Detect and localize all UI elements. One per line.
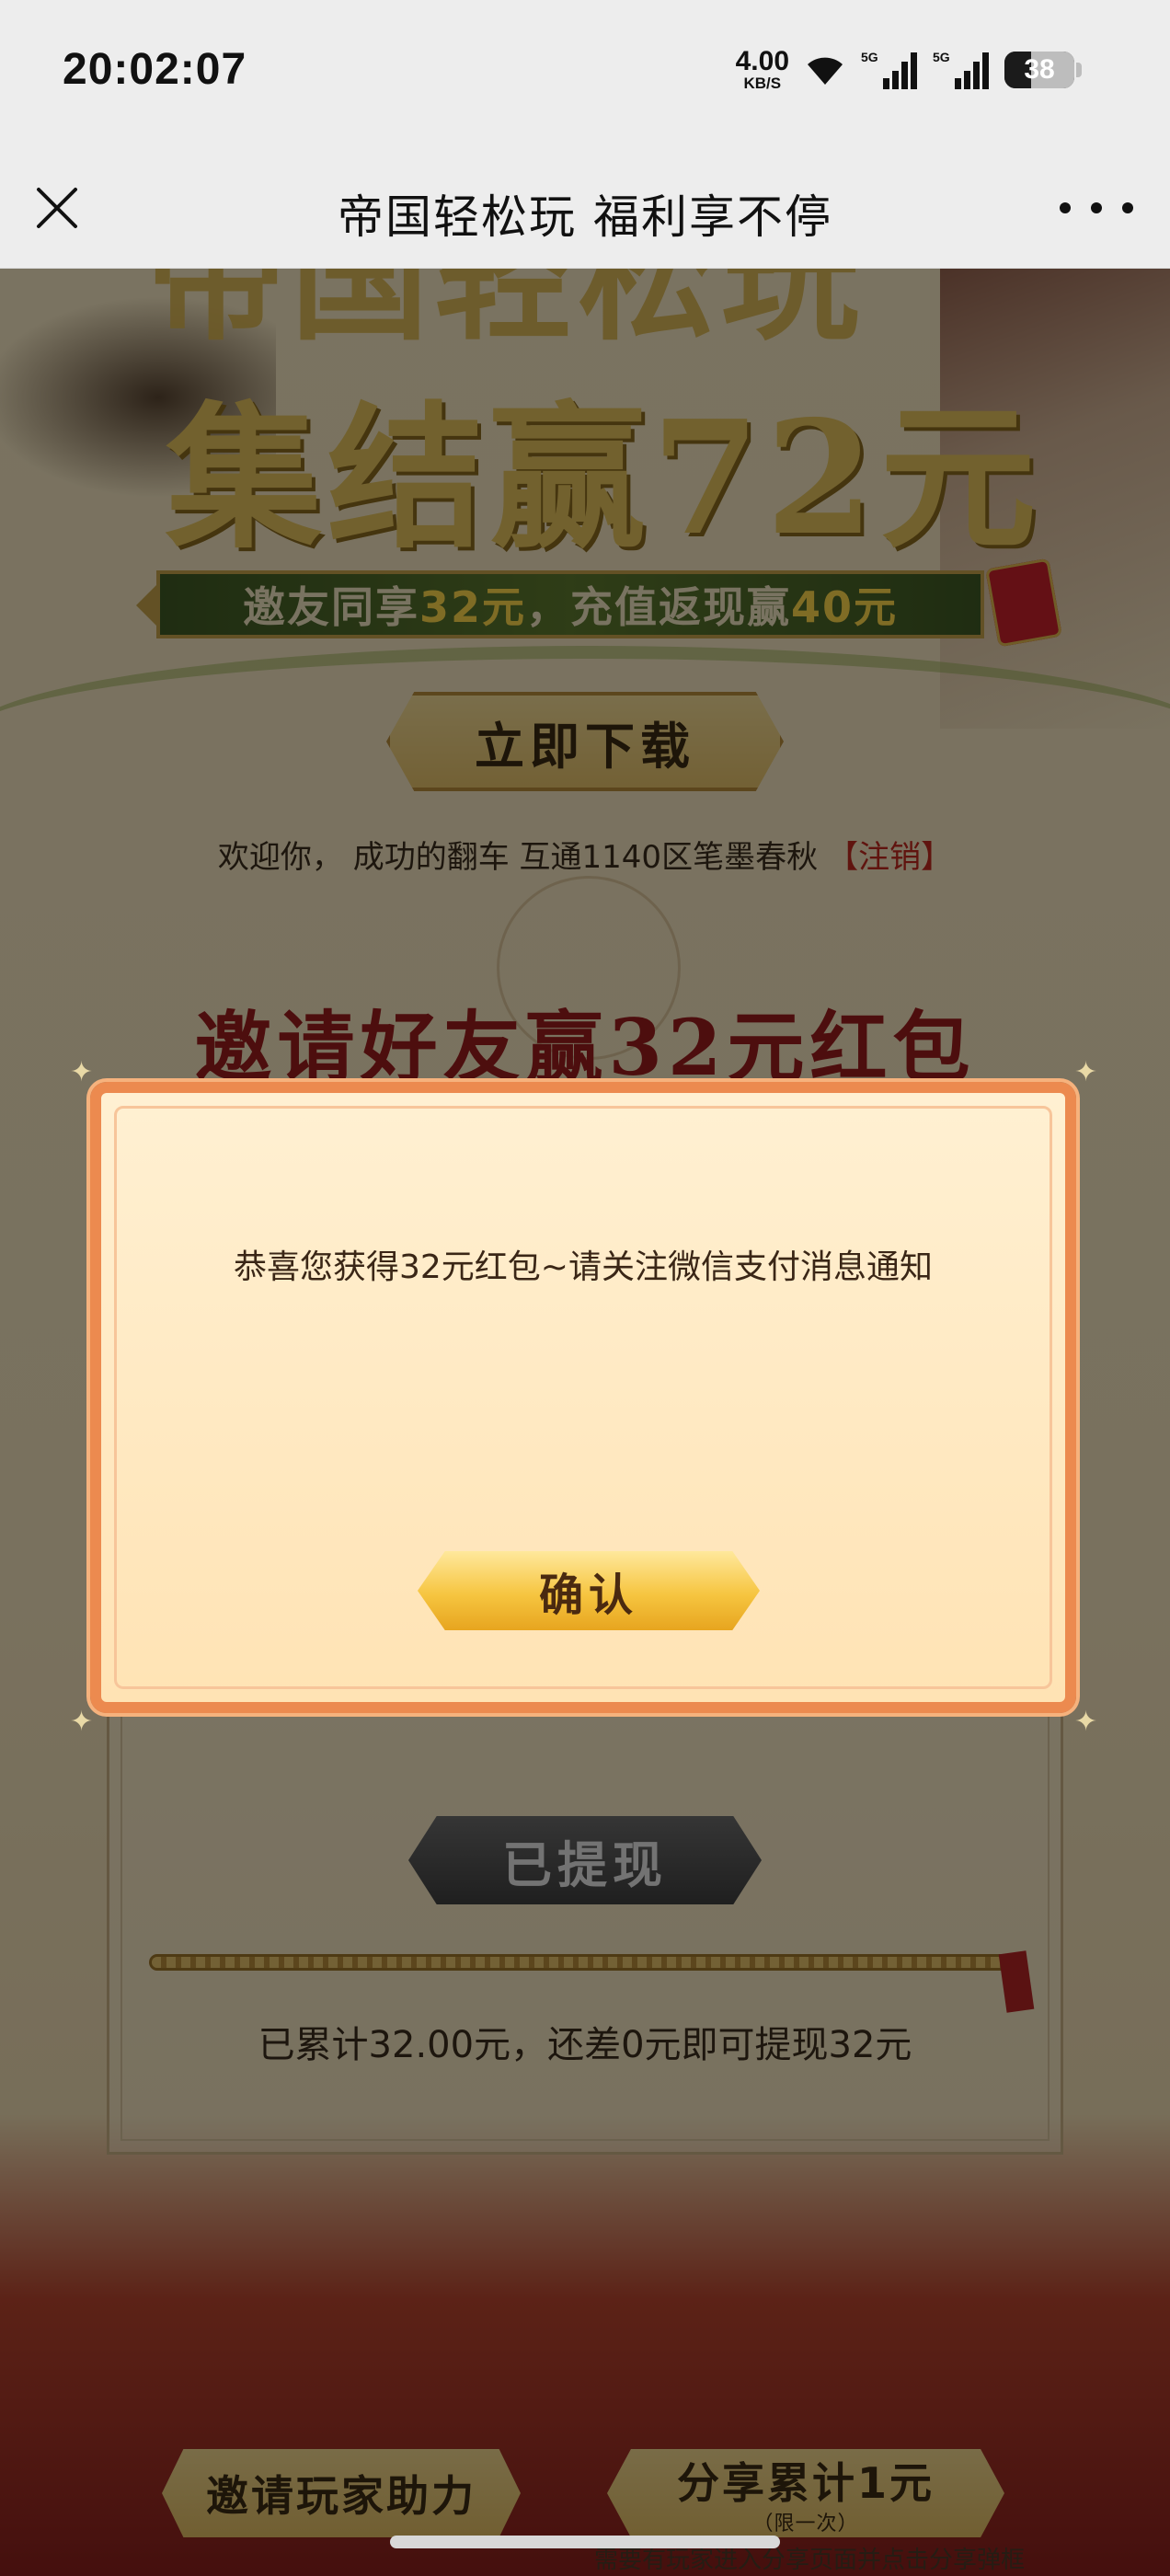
status-icons: 4.00 KB/S 5G 5G 38 [736,48,1082,91]
svg-text:5G: 5G [861,50,878,64]
corner-ornament-icon: ✦ [1074,1706,1098,1738]
net-speed: 4.00 KB/S [735,46,789,92]
reward-message: 恭喜您获得32元红包~请关注微信支付消息通知 [234,1248,933,1286]
wifi-icon [808,57,843,85]
home-indicator[interactable] [390,2536,780,2548]
corner-ornament-icon: ✦ [70,1056,94,1088]
more-icon[interactable] [1060,188,1133,228]
signal-5g-icon: 5G [933,50,989,89]
status-bar: 20:02:07 4.00 KB/S 5G 5G 38 [0,0,1170,147]
title-bar: 帝国轻松玩 福利享不停 [0,147,1170,269]
corner-ornament-icon: ✦ [1074,1056,1098,1088]
status-time: 20:02:07 [63,45,247,94]
corner-ornament-icon: ✦ [70,1706,94,1738]
confirm-button[interactable]: 确认 [418,1551,760,1630]
net-speed-unit: KB/S [743,75,782,92]
battery-icon: 38 [1004,51,1074,88]
net-speed-value: 4.00 [735,46,789,76]
signal-5g-icon: 5G [861,50,917,89]
page-title: 帝国轻松玩 福利享不停 [338,190,832,244]
battery-cap [1076,62,1082,77]
reward-dialog: ✦ ✦ ✦ ✦ 恭喜您获得32元红包~请关注微信支付消息通知 确认 [70,1059,1097,1736]
svg-text:5G: 5G [933,50,950,64]
battery-level: 38 [1024,53,1055,85]
